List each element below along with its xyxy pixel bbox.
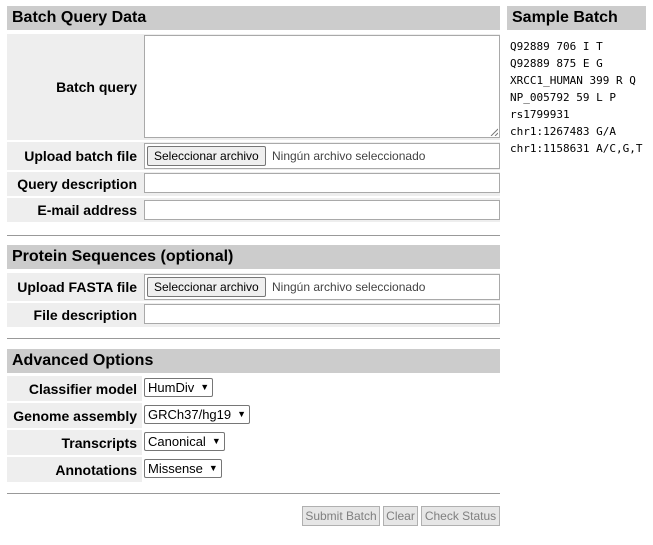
batch-query-textarea[interactable] [144, 35, 500, 138]
advanced-options-header: Advanced Options [7, 349, 500, 373]
upload-fasta-file-box: Seleccionar archivo Ningún archivo selec… [144, 274, 500, 300]
chevron-down-icon: ▼ [200, 382, 210, 392]
genome-assembly-value: GRCh37/hg19 [148, 407, 232, 422]
transcripts-label: Transcripts [7, 430, 142, 455]
batch-query-label: Batch query [7, 34, 142, 140]
chevron-down-icon: ▼ [237, 409, 247, 419]
upload-fasta-status: Ningún archivo seleccionado [272, 280, 426, 294]
upload-fasta-label-text: Upload FASTA file [17, 279, 137, 295]
resize-handle-icon[interactable] [490, 128, 498, 136]
check-status-button[interactable]: Check Status [421, 506, 500, 526]
query-description-label-text: Query description [17, 176, 137, 192]
upload-fasta-file-button[interactable]: Seleccionar archivo [147, 277, 266, 297]
transcripts-select[interactable]: Canonical ▼ [144, 432, 225, 451]
genome-assembly-select[interactable]: GRCh37/hg19 ▼ [144, 405, 251, 424]
email-label-text: E-mail address [37, 202, 137, 218]
upload-batch-file-box: Seleccionar archivo Ningún archivo selec… [144, 143, 500, 169]
divider-3 [7, 493, 500, 494]
sample-batch-line: chr1:1158631 A/C,G,T [510, 142, 643, 155]
query-description-label: Query description [7, 172, 142, 196]
classifier-model-label: Classifier model [7, 376, 142, 401]
sample-batch-line: Q92889 706 I T [510, 40, 603, 53]
file-description-input[interactable] [144, 304, 500, 324]
transcripts-value: Canonical [148, 434, 206, 449]
email-input[interactable] [144, 200, 500, 220]
sample-batch-line: chr1:1267483 G/A [510, 125, 616, 138]
chevron-down-icon: ▼ [208, 463, 218, 473]
upload-batch-label: Upload batch file [7, 142, 142, 170]
email-label: E-mail address [7, 198, 142, 222]
genome-assembly-label: Genome assembly [7, 403, 142, 428]
annotations-value: Missense [148, 461, 203, 476]
query-description-input[interactable] [144, 173, 500, 193]
protein-sequences-header: Protein Sequences (optional) [7, 245, 500, 269]
clear-button[interactable]: Clear [383, 506, 418, 526]
sample-batch-header: Sample Batch [507, 6, 646, 30]
annotations-label: Annotations [7, 457, 142, 482]
annotations-label-text: Annotations [55, 461, 137, 478]
classifier-model-label-text: Classifier model [28, 380, 137, 397]
divider-1 [7, 235, 500, 236]
file-description-label: File description [7, 303, 142, 327]
sample-batch-line: XRCC1_HUMAN 399 R Q [510, 74, 636, 87]
submit-batch-button[interactable]: Submit Batch [302, 506, 380, 526]
chevron-down-icon: ▼ [211, 436, 221, 446]
upload-batch-label-text: Upload batch file [24, 148, 137, 164]
divider-2 [7, 338, 500, 339]
sample-batch-line: NP_005792 59 L P [510, 91, 616, 104]
transcripts-label-text: Transcripts [61, 434, 137, 451]
file-description-label-text: File description [33, 307, 137, 323]
classifier-model-value: HumDiv [148, 380, 195, 395]
upload-batch-status: Ningún archivo seleccionado [272, 149, 426, 163]
upload-batch-file-button[interactable]: Seleccionar archivo [147, 146, 266, 166]
genome-assembly-label-text: Genome assembly [13, 407, 137, 424]
sample-batch-line: Q92889 875 E G [510, 57, 603, 70]
classifier-model-select[interactable]: HumDiv ▼ [144, 378, 214, 397]
batch-query-header: Batch Query Data [7, 6, 500, 30]
upload-fasta-label: Upload FASTA file [7, 273, 142, 301]
annotations-select[interactable]: Missense ▼ [144, 459, 222, 478]
batch-query-label-text: Batch query [56, 79, 137, 95]
sample-batch-line: rs1799931 [510, 108, 570, 121]
